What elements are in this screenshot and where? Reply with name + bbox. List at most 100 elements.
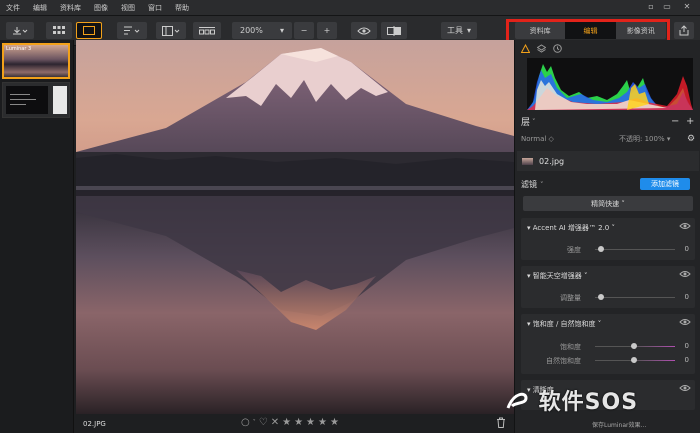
share-icon: [679, 25, 689, 36]
layer-thumbnail: [522, 157, 533, 165]
add-filter-button[interactable]: 添加滤镜: [640, 178, 690, 190]
thumbnail-label: Luminar 3: [6, 46, 32, 52]
panel-toolbar: [521, 44, 562, 53]
filmstrip-icon: [199, 27, 215, 35]
tab-edit[interactable]: 编辑: [565, 22, 616, 39]
watermark-text: 软件SOS: [538, 390, 639, 415]
slider-handle[interactable]: [598, 246, 604, 252]
eye-icon: [357, 27, 371, 34]
slider-handle[interactable]: [631, 343, 637, 349]
menu-view[interactable]: 视图: [121, 3, 135, 13]
eye-icon[interactable]: [679, 384, 691, 392]
gallery-view-button[interactable]: [46, 22, 72, 39]
tools-menu-button[interactable]: 工具 ▾: [441, 22, 477, 39]
grid-icon: [53, 26, 65, 34]
slider-label: 自然饱和度: [546, 357, 581, 365]
slider-label: 调整量: [560, 294, 581, 302]
slider-value: 0: [684, 293, 689, 301]
watermark-logo-icon: [506, 392, 528, 409]
filmstrip-toggle-button[interactable]: [193, 22, 221, 39]
gear-icon[interactable]: ⚙: [687, 134, 695, 144]
panel-layout-icon: [162, 25, 180, 36]
menu-window[interactable]: 窗口: [148, 3, 162, 13]
menu-edit[interactable]: 编辑: [33, 3, 47, 13]
thumbnail-selected[interactable]: Luminar 3: [2, 43, 70, 79]
slider-label: 强度: [567, 246, 581, 254]
star-5[interactable]: ★: [330, 417, 339, 428]
blend-mode-select[interactable]: Normal ◇: [521, 135, 554, 143]
sidebar-toggle-button[interactable]: [156, 22, 186, 39]
close-window-icon[interactable]: ✕: [680, 2, 694, 11]
layers-title: 层: [521, 118, 531, 128]
slider-amount: 强度 0: [527, 245, 689, 255]
layers-header: 层 ˅ − +: [521, 115, 697, 128]
opacity-select[interactable]: 不透明: 100% ▾: [619, 134, 670, 144]
remove-layer-button[interactable]: −: [671, 116, 679, 127]
star-1[interactable]: ★: [282, 417, 291, 428]
menu-library[interactable]: 资料库: [60, 3, 81, 13]
chevron-down-icon[interactable]: ˅: [540, 181, 544, 189]
preview-toggle-button[interactable]: [351, 22, 377, 39]
tab-library[interactable]: 资料库: [515, 22, 565, 39]
slider-handle[interactable]: [631, 357, 637, 363]
history-clock-icon[interactable]: [553, 44, 562, 53]
star-3[interactable]: ★: [306, 417, 315, 428]
slider-value: 0: [684, 342, 689, 350]
eye-icon[interactable]: [679, 318, 691, 326]
slider-track[interactable]: [595, 249, 675, 250]
compare-split-icon: [387, 25, 401, 36]
layer-name: 02.jpg: [539, 156, 565, 166]
menu-help[interactable]: 帮助: [175, 3, 189, 13]
watermark-caption: 保存Luminar效果...: [592, 422, 647, 429]
slider-vibrance: 自然饱和度 0: [527, 356, 689, 366]
zoom-in-button[interactable]: +: [317, 22, 337, 39]
filter-title[interactable]: ▾ 智能天空增强器 ˅: [527, 271, 587, 281]
menu-bar: 文件 编辑 资料库 图像 视图 窗口 帮助 ▫ ▭ ✕: [0, 0, 700, 16]
eye-icon[interactable]: [679, 270, 691, 278]
watermark: 软件SOS: [504, 384, 638, 416]
list-sort-icon: [124, 26, 140, 35]
star-2[interactable]: ★: [294, 417, 303, 428]
favorite-heart-icon[interactable]: ♡: [259, 417, 268, 428]
slider-label: 饱和度: [560, 343, 581, 351]
slider-track[interactable]: [595, 297, 675, 298]
chevron-down-icon: ▾: [466, 26, 471, 35]
zoom-select[interactable]: 200% ▾: [232, 22, 292, 39]
chevron-down-icon[interactable]: ˅: [532, 118, 536, 126]
tab-info[interactable]: 影像资讯: [616, 22, 666, 39]
color-label-icon[interactable]: ○: [241, 417, 250, 428]
layer-item[interactable]: 02.jpg: [517, 151, 699, 171]
histogram-toggle-icon[interactable]: [521, 44, 530, 53]
filters-title: 滤镜: [521, 180, 537, 189]
delete-button[interactable]: [496, 417, 506, 430]
share-button[interactable]: [674, 22, 694, 39]
filter-card-ai-sky: ▾ 智能天空增强器 ˅ 调整量 0: [521, 266, 695, 308]
filter-title[interactable]: ▾ Accent AI 增强器™ 2.0 ˅: [527, 223, 615, 233]
eye-icon[interactable]: [679, 222, 691, 230]
single-image-view-button[interactable]: [76, 22, 102, 39]
import-button[interactable]: [6, 22, 34, 39]
reject-icon[interactable]: ✕: [271, 417, 279, 428]
sort-menu-button[interactable]: [117, 22, 147, 39]
workspace-select[interactable]: 精简快速 ˅: [523, 196, 693, 211]
filter-card-saturation: ▾ 饱和度 / 自然饱和度 ˅ 饱和度 0 自然饱和度 0: [521, 314, 695, 374]
add-layer-button[interactable]: +: [686, 116, 694, 127]
trash-icon: [497, 417, 505, 428]
filmstrip: Luminar 3: [0, 40, 74, 433]
star-4[interactable]: ★: [318, 417, 327, 428]
photo-canvas[interactable]: [76, 40, 514, 414]
filter-title[interactable]: ▾ 饱和度 / 自然饱和度 ˅: [527, 319, 601, 329]
tools-label: 工具: [446, 26, 463, 35]
menu-file[interactable]: 文件: [6, 3, 20, 13]
menu-image[interactable]: 图像: [94, 3, 108, 13]
layer-options: Normal ◇ 不透明: 100% ▾ ⚙: [521, 134, 697, 144]
download-icon: [13, 26, 28, 34]
restore-window-icon[interactable]: ▫: [644, 2, 658, 11]
compare-button[interactable]: [381, 22, 407, 39]
thumbnail[interactable]: [2, 82, 70, 118]
layers-icon[interactable]: [537, 44, 546, 53]
minimize-window-icon[interactable]: ▭: [660, 2, 674, 11]
zoom-out-button[interactable]: −: [294, 22, 314, 39]
slider-handle[interactable]: [598, 294, 604, 300]
current-filename: 02.JPG: [83, 419, 106, 428]
